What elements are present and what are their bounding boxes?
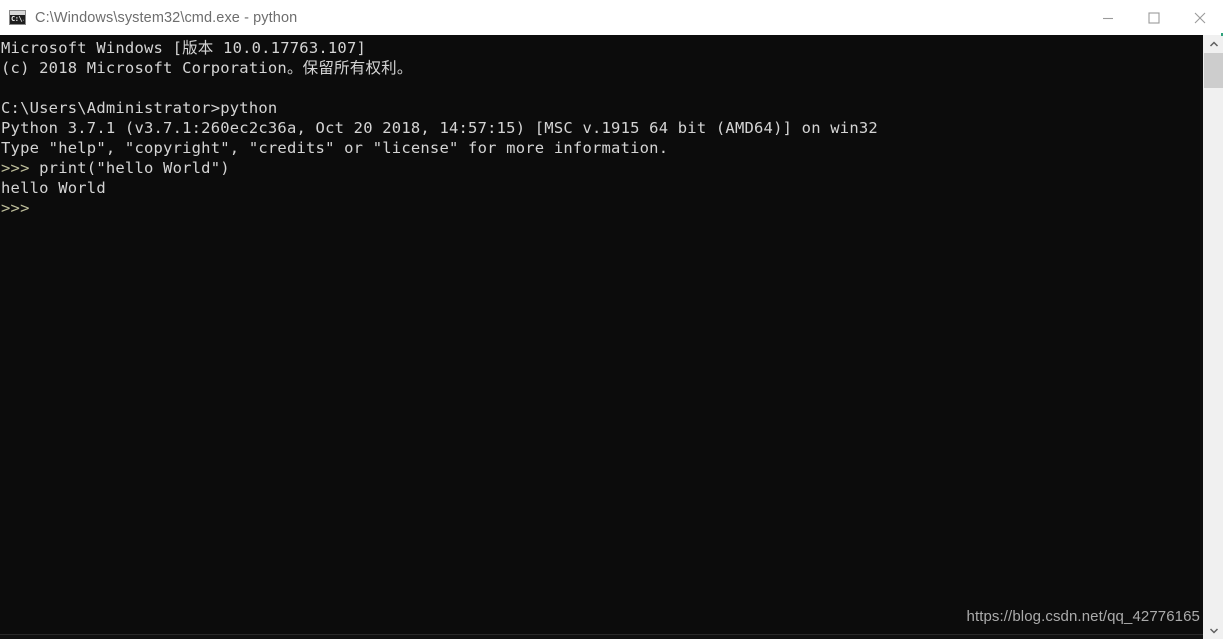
- console-text: Microsoft Windows [版本 10.0.17763.107] (c…: [1, 39, 878, 217]
- cmd-window: C:\. C:\Windows\system32\cmd.exe - pytho…: [0, 0, 1223, 639]
- maximize-button[interactable]: [1131, 0, 1177, 35]
- minimize-icon: [1103, 17, 1113, 19]
- scroll-down-button[interactable]: [1204, 621, 1223, 639]
- window-titlebar[interactable]: C:\. C:\Windows\system32\cmd.exe - pytho…: [0, 0, 1223, 35]
- scroll-up-button[interactable]: [1204, 35, 1223, 53]
- scrollbar-thumb[interactable]: [1204, 53, 1223, 88]
- minimize-button[interactable]: [1085, 0, 1131, 35]
- maximize-icon: [1148, 11, 1160, 24]
- scrollbar-track[interactable]: [1204, 88, 1223, 621]
- window-title: C:\Windows\system32\cmd.exe - python: [35, 9, 298, 26]
- close-icon: [1194, 12, 1206, 23]
- chevron-down-icon: [1209, 627, 1219, 634]
- cmd-icon-glyph: C:\.: [11, 15, 24, 23]
- console-output-area[interactable]: Microsoft Windows [版本 10.0.17763.107] (c…: [0, 35, 1203, 639]
- window-bottom-edge: [0, 634, 1203, 639]
- window-controls: [1085, 0, 1223, 35]
- close-button[interactable]: [1177, 0, 1223, 35]
- cmd-console-icon: C:\.: [9, 10, 26, 25]
- chevron-up-icon: [1209, 40, 1219, 47]
- vertical-scrollbar[interactable]: [1203, 35, 1223, 639]
- watermark-url: https://blog.csdn.net/qq_42776165: [966, 608, 1200, 625]
